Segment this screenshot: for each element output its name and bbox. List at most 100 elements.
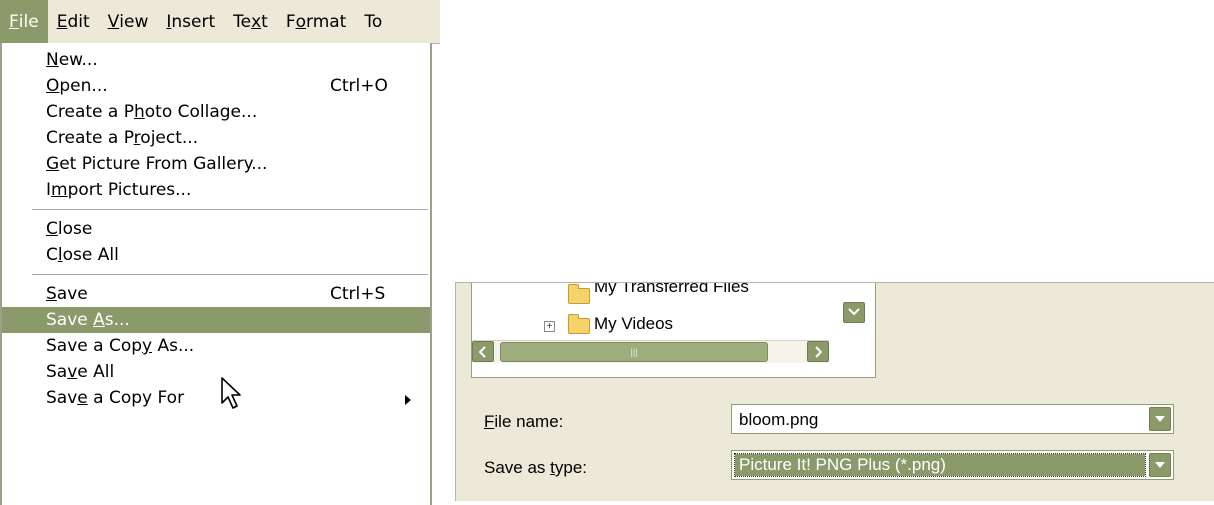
- folder-icon: [568, 284, 590, 304]
- menu-item-save-a-copy-as[interactable]: Save a Copy As...: [2, 333, 430, 359]
- file-menu-dropdown: New... Open... Ctrl+O Create a Photo Coll…: [0, 43, 432, 505]
- menu-file[interactable]: File: [0, 0, 48, 43]
- save-all-mnemonic: v: [67, 362, 78, 382]
- menu-tools[interactable]: To: [355, 0, 391, 43]
- save-all-label-pre: Sa: [46, 362, 68, 382]
- project-label-post: oject...: [140, 128, 199, 148]
- submenu-arrow-icon: [405, 395, 411, 405]
- menu-format[interactable]: Fo rmat: [277, 0, 356, 43]
- file-name-mnemonic: F: [484, 412, 495, 431]
- file-name-dropdown-button[interactable]: [1149, 407, 1171, 431]
- chevron-left-icon: [478, 346, 486, 358]
- menu-text-label-rest: t: [261, 11, 268, 32]
- save-as-type-value: Picture It! PNG Plus (*.png): [734, 453, 1146, 477]
- menu-item-save[interactable]: Save Ctrl+S: [2, 281, 430, 307]
- close-all-label-post: ose All: [62, 245, 119, 265]
- save-label-post: ave: [56, 284, 88, 304]
- chevron-right-icon: [815, 346, 823, 358]
- save-shortcut: Ctrl+S: [330, 284, 386, 304]
- close-all-label-pre: C: [46, 245, 58, 265]
- chevron-down-icon: [848, 308, 860, 316]
- save-as-dialog: My Transferred Files + My Videos ||| Fil…: [455, 282, 1214, 501]
- menu-item-close-all[interactable]: Close All: [2, 242, 430, 268]
- save-as-type-label-rest: ype:: [554, 458, 588, 477]
- file-name-input[interactable]: bloom.png: [739, 410, 818, 430]
- menu-text-mnemonic: x: [251, 11, 262, 32]
- new-label-post: ew...: [58, 50, 98, 70]
- save-copy-for-label-post: a Copy For: [87, 388, 185, 408]
- menu-view-label: iew: [119, 11, 149, 32]
- save-copy-as-mnemonic: y: [142, 336, 153, 356]
- file-name-label: File name:: [484, 412, 563, 432]
- open-label-post: pen...: [59, 76, 108, 96]
- save-mnemonic: S: [46, 284, 57, 304]
- folder-tree[interactable]: My Transferred Files + My Videos |||: [471, 282, 876, 378]
- menu-item-new[interactable]: New...: [2, 47, 430, 73]
- open-shortcut: Ctrl+O: [330, 76, 388, 96]
- menu-item-create-project[interactable]: Create a Project...: [2, 125, 430, 151]
- menu-insert-label: nsert: [171, 11, 216, 32]
- scroll-down-button[interactable]: [843, 302, 865, 323]
- menu-tools-label: To: [364, 11, 383, 32]
- save-as-label-pre: Save: [46, 310, 94, 330]
- menu-edit-mnemonic: E: [56, 11, 68, 32]
- photo-collage-label-post: oto Collage...: [144, 102, 258, 122]
- file-name-label-text: ile name:: [494, 412, 564, 431]
- menu-format-mnemonic: o: [295, 11, 307, 32]
- menu-item-save-a-copy-for[interactable]: Save a Copy For: [2, 385, 430, 411]
- save-as-label-post: s...: [104, 310, 130, 330]
- menu-file-label: ile: [18, 11, 39, 32]
- scroll-left-button[interactable]: [472, 341, 494, 362]
- menu-edit[interactable]: Edit: [48, 0, 99, 43]
- expand-icon[interactable]: +: [544, 321, 555, 332]
- menu-format-label-rest: rmat: [306, 11, 347, 32]
- menu-item-save-as[interactable]: Save As...: [2, 307, 430, 333]
- import-mnemonic: m: [51, 180, 68, 200]
- menu-bar: File Edit View Insert Te x t Fo rmat To: [0, 0, 440, 44]
- menu-item-get-picture-from-gallery[interactable]: Get Picture From Gallery...: [2, 151, 430, 177]
- save-copy-for-mnemonic: e: [77, 388, 88, 408]
- mouse-pointer-icon: [221, 377, 241, 409]
- gallery-label-post: et Picture From Gallery...: [59, 154, 268, 174]
- menu-separator: [2, 203, 430, 216]
- project-label-pre: Create a P: [46, 128, 134, 148]
- menu-format-label-pre: F: [285, 11, 296, 32]
- save-as-mnemonic: A: [93, 310, 105, 330]
- close-label-post: lose: [57, 219, 93, 239]
- tree-item-transferred-label: My Transferred Files: [594, 282, 749, 296]
- save-as-type-label-pre: Save as: [484, 458, 551, 477]
- save-copy-for-label-pre: Sav: [46, 388, 78, 408]
- save-as-type-select[interactable]: Picture It! PNG Plus (*.png): [731, 450, 1174, 480]
- save-copy-as-label-pre: Save a Cop: [46, 336, 143, 356]
- horizontal-scrollbar[interactable]: |||: [472, 340, 829, 363]
- menu-insert[interactable]: Insert: [157, 0, 224, 43]
- menu-item-open[interactable]: Open... Ctrl+O: [2, 73, 430, 99]
- save-as-type-dropdown-button[interactable]: [1149, 453, 1171, 477]
- tree-item-videos-label: My Videos: [594, 314, 674, 333]
- scroll-right-button[interactable]: [807, 341, 829, 362]
- menu-item-import-pictures[interactable]: Import Pictures...: [2, 177, 430, 203]
- menu-separator: [2, 268, 430, 281]
- menu-item-create-photo-collage[interactable]: Create a Photo Collage...: [2, 99, 430, 125]
- close-mnemonic: C: [46, 219, 58, 239]
- menu-edit-label: dit: [67, 11, 90, 32]
- scroll-thumb[interactable]: |||: [500, 342, 768, 362]
- save-as-type-label: Save as type:: [484, 458, 587, 478]
- folder-icon: [568, 314, 590, 334]
- file-name-combobox[interactable]: bloom.png: [731, 404, 1174, 434]
- save-copy-as-label-post: As...: [152, 336, 195, 356]
- menu-item-close[interactable]: Close: [2, 216, 430, 242]
- new-mnemonic: N: [46, 50, 59, 70]
- menu-view-mnemonic: V: [107, 11, 120, 32]
- menu-text-label-pre: Te: [233, 11, 252, 32]
- open-mnemonic: O: [46, 76, 60, 96]
- photo-collage-mnemonic: h: [133, 102, 145, 122]
- menu-file-mnemonic: F: [9, 11, 19, 32]
- photo-collage-label-pre: Create a P: [46, 102, 134, 122]
- menu-view[interactable]: View: [99, 0, 158, 43]
- gallery-mnemonic: G: [46, 154, 60, 174]
- menu-text[interactable]: Te x t: [224, 0, 277, 43]
- save-all-label-post: e All: [77, 362, 115, 382]
- menu-item-save-all[interactable]: Save All: [2, 359, 430, 385]
- import-label-post: port Pictures...: [67, 180, 192, 200]
